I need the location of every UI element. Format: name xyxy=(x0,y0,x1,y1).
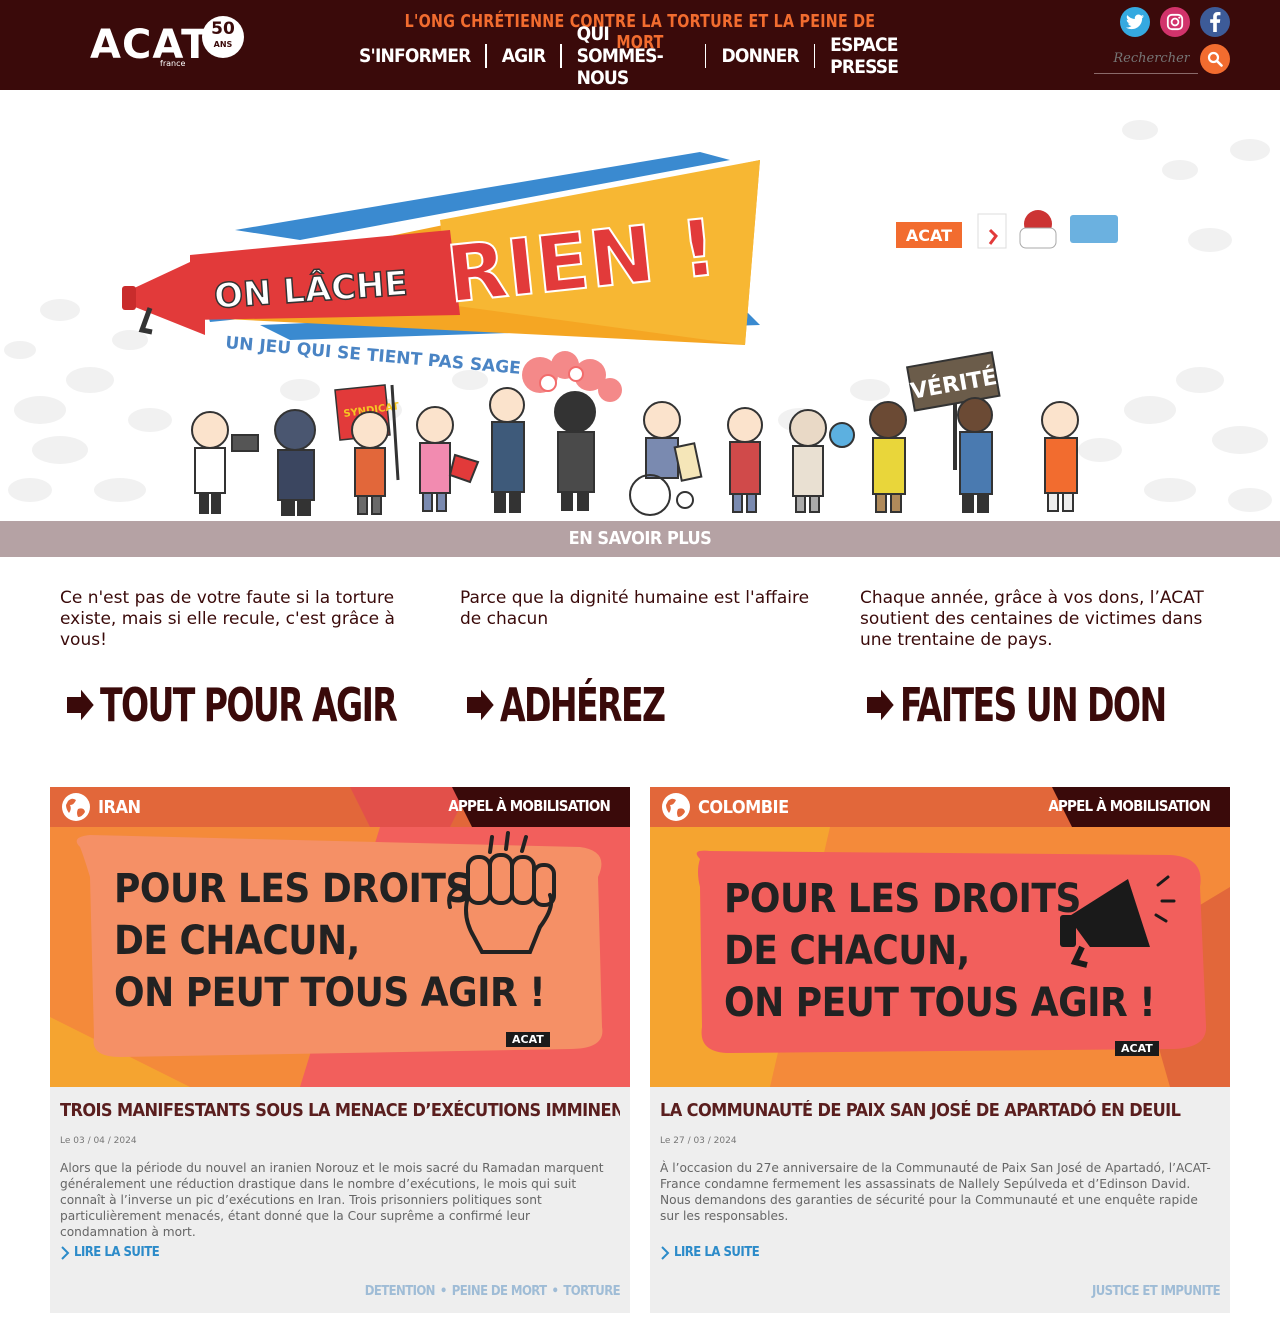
cta-label: FAITES UN DON xyxy=(900,678,1167,732)
globe-icon xyxy=(662,793,690,821)
card-country: IRAN xyxy=(60,791,141,823)
search-button[interactable] xyxy=(1200,44,1230,74)
card-tags: JUSTICE ET IMPUNITE xyxy=(1092,1284,1221,1299)
chevron-right-icon xyxy=(61,1245,70,1260)
hero-subline: UN JEU QUI SE TIENT PAS SAGE xyxy=(225,333,522,379)
main-nav: S'INFORMER AGIR QUI SOMMES-NOUS DONNER E… xyxy=(344,23,936,89)
tag-link[interactable]: TORTURE xyxy=(563,1284,620,1299)
read-more-label: LIRE LA SUITE xyxy=(674,1245,760,1260)
acat-tag: ACAT xyxy=(506,1032,550,1047)
card-country-label: IRAN xyxy=(98,796,141,818)
cta-label: TOUT POUR AGIR xyxy=(100,678,398,732)
anniversary-badge: 50 ANS xyxy=(202,16,244,58)
anniversary-label: ANS xyxy=(213,40,233,49)
twitter-icon[interactable] xyxy=(1120,7,1150,37)
action-text: Chaque année, grâce à vos dons, l’ACAT s… xyxy=(860,588,1204,650)
hero-learn-more-button[interactable]: EN SAVOIR PLUS xyxy=(0,521,1280,557)
card-badge: APPEL À MOBILISATION xyxy=(448,797,610,815)
tag-link[interactable]: PEINE DE MORT xyxy=(452,1284,547,1299)
partner-logo-acat: ACAT xyxy=(906,226,952,245)
nav-item-qui-sommes-nous[interactable]: QUI SOMMES-NOUS xyxy=(562,23,706,89)
card-image: POUR LES DROITS DE CHACUN, ON PEUT TOUS … xyxy=(650,787,1230,1087)
action-column-adherez: Parce que la dignité humaine est l'affai… xyxy=(460,588,820,630)
arrow-right-icon xyxy=(465,684,496,726)
cta-tout-pour-agir[interactable]: TOUT POUR AGIR xyxy=(62,678,470,732)
search-input[interactable] xyxy=(1094,44,1198,74)
card-body: À l’occasion du 27e anniversaire de la C… xyxy=(660,1161,1211,1223)
site-header: ACAT france 50 ANS L'ONG CHRÉTIENNE CONT… xyxy=(0,0,1280,90)
search-icon xyxy=(1207,51,1223,67)
acat-logo[interactable]: ACAT france 50 ANS xyxy=(90,14,250,70)
arrow-right-icon xyxy=(865,684,896,726)
arrow-right-icon xyxy=(65,684,96,726)
read-more-link[interactable]: LIRE LA SUITE xyxy=(60,1245,160,1260)
nav-item-espace-presse[interactable]: ESPACE PRESSE xyxy=(815,34,936,78)
news-card-iran[interactable]: POUR LES DROITS DE CHACUN, ON PEUT TOUS … xyxy=(50,787,630,1313)
card-tags: DETENTION • PEINE DE MORT • TORTURE xyxy=(364,1284,621,1299)
chevron-right-icon xyxy=(661,1245,670,1260)
news-card-colombie[interactable]: POUR LES DROITS DE CHACUN, ON PEUT TOUS … xyxy=(650,787,1230,1313)
instagram-icon[interactable] xyxy=(1160,7,1190,37)
card-date: Le 27 / 03 / 2024 xyxy=(660,1136,737,1146)
card-country: COLOMBIE xyxy=(660,791,789,823)
action-text: Ce n'est pas de votre faute si la tortur… xyxy=(60,588,395,650)
anniversary-number: 50 xyxy=(211,19,235,39)
card-body: Alors que la période du nouvel an iranie… xyxy=(60,1161,604,1239)
cta-label: ADHÉREZ xyxy=(500,678,666,732)
action-column-agir: Ce n'est pas de votre faute si la tortur… xyxy=(60,588,420,651)
logo-text: ACAT xyxy=(90,22,210,68)
action-text: Parce que la dignité humaine est l'affai… xyxy=(460,588,810,629)
card-date: Le 03 / 04 / 2024 xyxy=(60,1136,137,1146)
read-more-label: LIRE LA SUITE xyxy=(74,1245,160,1260)
hero-banner[interactable]: ON LÂCHE RIEN ! UN JEU QUI SE TIENT PAS … xyxy=(0,90,1280,521)
hero-illustration: ON LÂCHE RIEN ! UN JEU QUI SE TIENT PAS … xyxy=(4,120,1272,516)
logo-subtitle: france xyxy=(160,59,186,68)
tag-link[interactable]: JUSTICE ET IMPUNITE xyxy=(1092,1284,1221,1299)
cta-adherez[interactable]: ADHÉREZ xyxy=(462,678,705,732)
nav-item-sinformer[interactable]: S'INFORMER xyxy=(344,45,485,67)
nav-item-donner[interactable]: DONNER xyxy=(706,45,813,67)
facebook-icon[interactable] xyxy=(1200,7,1230,37)
nav-item-agir[interactable]: AGIR xyxy=(487,45,561,67)
acat-tag: ACAT xyxy=(1115,1041,1159,1056)
card-slogan: POUR LES DROITS DE CHACUN, ON PEUT TOUS … xyxy=(724,876,1156,1026)
read-more-link[interactable]: LIRE LA SUITE xyxy=(660,1245,760,1260)
card-badge: APPEL À MOBILISATION xyxy=(1048,797,1210,815)
card-title[interactable]: TROIS MANIFESTANTS SOUS LA MENACE D’EXÉC… xyxy=(60,1100,620,1121)
tag-link[interactable]: DETENTION xyxy=(365,1284,436,1299)
action-column-don: Chaque année, grâce à vos dons, l’ACAT s… xyxy=(860,588,1220,651)
cta-faites-un-don[interactable]: FAITES UN DON xyxy=(862,678,1232,732)
card-image: POUR LES DROITS DE CHACUN, ON PEUT TOUS … xyxy=(50,787,630,1087)
globe-icon xyxy=(62,793,90,821)
card-country-label: COLOMBIE xyxy=(698,796,789,818)
card-slogan: POUR LES DROITS DE CHACUN, ON PEUT TOUS … xyxy=(114,866,546,1016)
card-title[interactable]: LA COMMUNAUTÉ DE PAIX SAN JOSÉ DE APARTA… xyxy=(660,1100,1220,1121)
